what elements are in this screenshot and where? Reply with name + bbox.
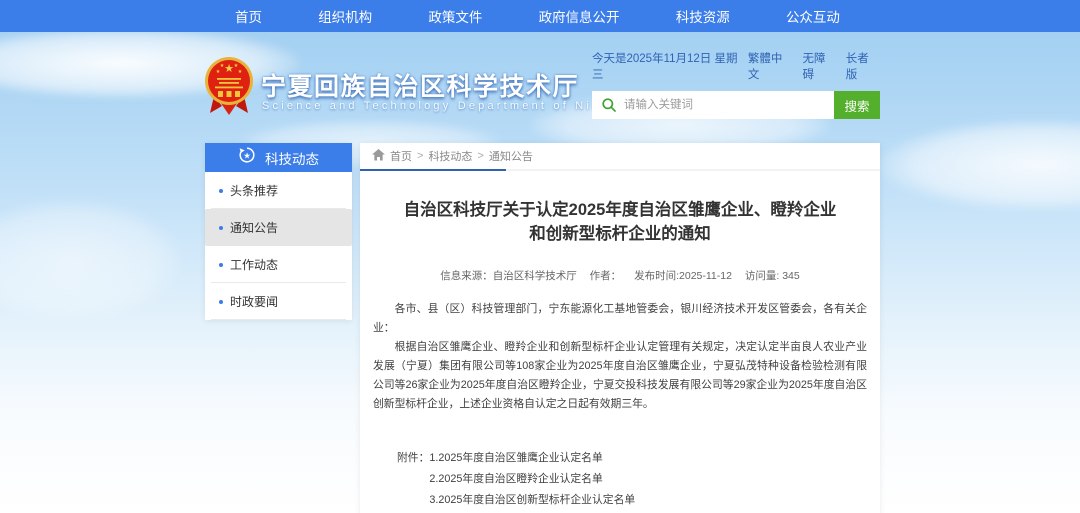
top-nav: 首页 组织机构 政策文件 政府信息公开 科技资源 公众互动 (0, 0, 1080, 32)
traditional-chinese-link[interactable]: 繁體中文 (748, 50, 794, 82)
cloud-decoration (0, 200, 180, 320)
bullet-icon (219, 189, 223, 193)
attachment-link-benchmark-list[interactable]: 3.2025年度自治区创新型标杆企业认定名单 (429, 490, 635, 511)
breadcrumb-notices[interactable]: 通知公告 (489, 148, 533, 164)
nav-item-public-interaction[interactable]: 公众互动 (786, 6, 840, 26)
breadcrumb-active-underline (360, 169, 506, 171)
svg-text:★: ★ (243, 151, 251, 161)
sidebar-title: 科技动态 (265, 148, 319, 168)
paragraph: 根据自治区雏鹰企业、瞪羚企业和创新型标杆企业认定管理有关规定，决定认定半亩良人农… (373, 338, 867, 414)
search-button[interactable]: 搜索 (834, 91, 880, 119)
cloud-decoration (0, 28, 300, 98)
sidebar-item-headline-recommend[interactable]: 头条推荐 (205, 172, 352, 209)
bullet-icon (219, 226, 223, 230)
elderly-version-link[interactable]: 长者版 (846, 50, 880, 82)
cloud-decoration (880, 120, 1080, 210)
top-nav-items: 首页 组织机构 政策文件 政府信息公开 科技资源 公众互动 (195, 0, 880, 32)
nav-item-gov-info-disclosure[interactable]: 政府信息公开 (539, 6, 620, 26)
breadcrumb-separator: > (417, 150, 423, 162)
home-icon (372, 149, 385, 164)
meta-author: 作者： (590, 270, 622, 282)
nav-item-policy-documents[interactable]: 政策文件 (428, 6, 482, 26)
meta-publish-date: 发布时间:2025-11-12 (634, 270, 732, 282)
breadcrumb-home[interactable]: 首页 (390, 148, 412, 164)
article-body: 各市、县（区）科技管理部门，宁东能源化工基地管委会，银川经济技术开发区管委会，各… (373, 300, 867, 414)
svg-text:★: ★ (216, 69, 221, 75)
header-right: 今天是2025年11月12日 星期三 繁體中文 无障碍 长者版 搜索 (592, 50, 880, 119)
divider (211, 319, 346, 320)
svg-text:★: ★ (224, 63, 234, 75)
article: 自治区科技厅关于认定2025年度自治区雏鹰企业、瞪羚企业 和创新型标杆企业的通知… (360, 198, 880, 511)
attachment-link-eagle-list[interactable]: 1.2025年度自治区雏鹰企业认定名单 (429, 448, 635, 469)
paragraph: 各市、县（区）科技管理部门，宁东能源化工基地管委会，银川经济技术开发区管委会，各… (373, 300, 867, 338)
meta-source: 信息来源：自治区科学技术厅 (440, 270, 577, 282)
current-date-text: 今天是2025年11月12日 星期三 (592, 50, 748, 82)
breadcrumb-tech-news[interactable]: 科技动态 (428, 148, 472, 164)
nav-item-tech-resources[interactable]: 科技资源 (676, 6, 730, 26)
svg-text:★: ★ (238, 69, 243, 75)
site-subtitle: Science and Technology Department of Nin… (262, 100, 634, 112)
article-meta: 信息来源：自治区科学技术厅 作者： 发布时间:2025-11-12 访问量: 3… (373, 268, 867, 283)
breadcrumb: 首页 > 科技动态 > 通知公告 (360, 143, 880, 171)
nav-item-organization[interactable]: 组织机构 (318, 6, 372, 26)
page: 首页 组织机构 政策文件 政府信息公开 科技资源 公众互动 ★ ★ ★ ★ ★ (0, 0, 1080, 513)
attachment-link-gazelle-list[interactable]: 2.2025年度自治区瞪羚企业认定名单 (429, 469, 635, 490)
attachments-label: 附件： (397, 448, 429, 469)
svg-text:★: ★ (220, 63, 225, 69)
national-emblem-logo: ★ ★ ★ ★ ★ (203, 56, 255, 123)
search-input[interactable] (592, 91, 834, 119)
meta-visits: 访问量: 345 (745, 270, 800, 282)
sidebar: ★ 科技动态 头条推荐 通知公告 工作动态 时政要闻 (205, 143, 352, 320)
sidebar-item-political-news[interactable]: 时政要闻 (205, 283, 352, 320)
site-title: 宁夏回族自治区科学技术厅 (261, 67, 579, 103)
search-bar: 搜索 (592, 91, 880, 119)
accessibility-link[interactable]: 无障碍 (803, 50, 837, 82)
bullet-icon (219, 300, 223, 304)
attachments: 附件： 1.2025年度自治区雏鹰企业认定名单 2.2025年度自治区瞪羚企业认… (373, 448, 867, 511)
sidebar-item-notices[interactable]: 通知公告 (205, 209, 352, 246)
tech-news-icon: ★ (238, 146, 256, 169)
search-icon (601, 97, 617, 118)
sidebar-item-work-dynamics[interactable]: 工作动态 (205, 246, 352, 283)
main-content-panel: 首页 > 科技动态 > 通知公告 自治区科技厅关于认定2025年度自治区雏鹰企业… (360, 143, 880, 513)
nav-item-home[interactable]: 首页 (235, 6, 262, 26)
breadcrumb-separator: > (477, 150, 483, 162)
article-title: 自治区科技厅关于认定2025年度自治区雏鹰企业、瞪羚企业 和创新型标杆企业的通知 (373, 198, 867, 246)
sidebar-header: ★ 科技动态 (205, 143, 352, 172)
bullet-icon (219, 263, 223, 267)
